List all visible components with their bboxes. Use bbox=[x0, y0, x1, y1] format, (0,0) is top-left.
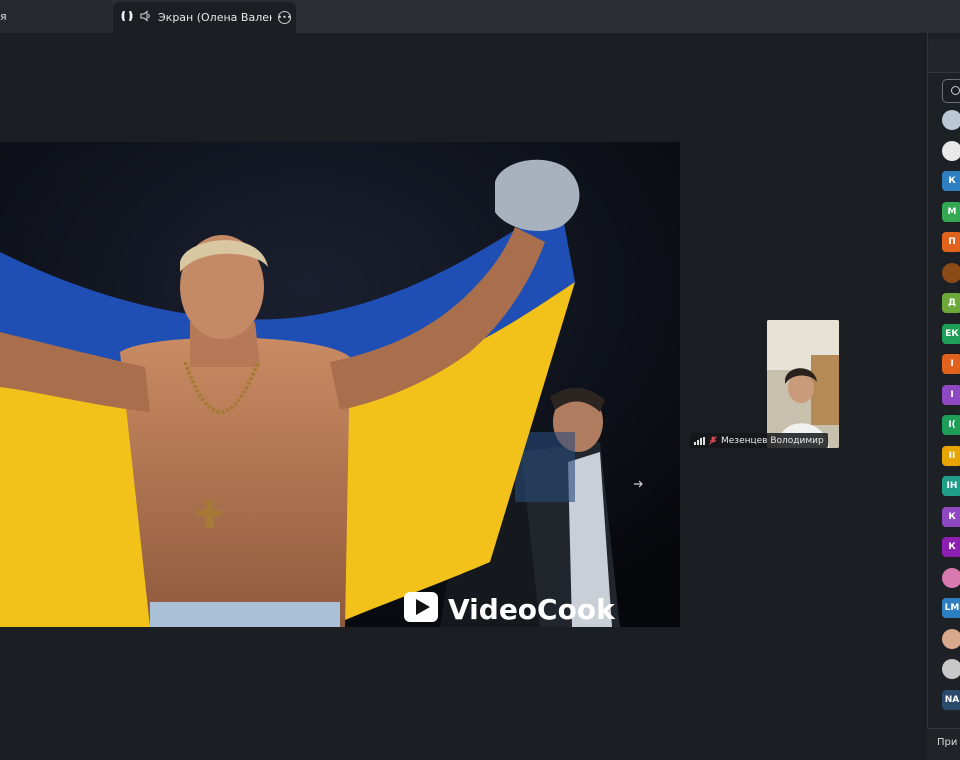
participant-name-label: Мезенцев Володимир bbox=[690, 433, 828, 448]
participant-avatar-photo[interactable] bbox=[942, 140, 960, 161]
tab-screen-share-title: Экран (Олена Валентинівна bbox=[158, 11, 272, 24]
participant-avatar-initials[interactable]: ІН bbox=[942, 476, 960, 496]
participant-search-input[interactable] bbox=[942, 79, 960, 103]
participant-video-tile[interactable] bbox=[767, 320, 839, 448]
participant-avatar-initials[interactable]: К bbox=[942, 171, 960, 191]
mic-muted-icon bbox=[709, 436, 717, 445]
participant-avatar-initials[interactable]: Д bbox=[942, 293, 960, 313]
search-icon bbox=[951, 86, 960, 95]
join-button[interactable]: При bbox=[937, 737, 957, 748]
participant-avatar-photo[interactable] bbox=[942, 567, 960, 588]
participant-avatar-initials[interactable]: П bbox=[942, 232, 960, 252]
participant-avatar-initials[interactable]: LM bbox=[942, 598, 960, 618]
more-options-icon[interactable]: ••• bbox=[277, 11, 292, 24]
presenter-logo-icon bbox=[120, 9, 134, 26]
participant-avatar-photo[interactable] bbox=[942, 628, 960, 649]
shared-screen-video: VideoCook bbox=[0, 142, 680, 627]
tab-screen-share[interactable]: Экран (Олена Валентинівна ••• bbox=[113, 2, 296, 33]
participant-avatar-initials[interactable]: ЕК bbox=[942, 323, 960, 344]
participant-avatar-photo[interactable] bbox=[942, 659, 960, 679]
watermark-text: VideoCook bbox=[448, 593, 616, 626]
participant-avatar-initials[interactable]: І bbox=[942, 354, 960, 374]
participant-avatar-photo[interactable] bbox=[942, 262, 960, 283]
participant-avatar-initials[interactable]: І( bbox=[942, 415, 960, 435]
participant-avatar-initials[interactable]: К bbox=[942, 506, 960, 527]
participant-avatar-initials[interactable]: ІІ bbox=[942, 445, 960, 466]
tab-previous-label: я bbox=[0, 10, 7, 23]
participant-avatar-initials[interactable]: NA bbox=[942, 689, 960, 710]
sidebar-header bbox=[928, 39, 960, 73]
participant-name: Мезенцев Володимир bbox=[721, 435, 824, 446]
speaker-icon bbox=[140, 10, 152, 25]
participant-avatar-initials[interactable]: І bbox=[942, 384, 960, 405]
participant-avatar-initials[interactable]: М bbox=[942, 201, 960, 222]
participant-avatar-initials[interactable]: К bbox=[942, 537, 960, 557]
tab-previous[interactable]: я bbox=[0, 0, 112, 33]
signal-strength-icon bbox=[694, 436, 705, 445]
participant-avatar-photo[interactable] bbox=[942, 110, 960, 130]
tab-bar: я Экран (Олена Валентинівна ••• bbox=[0, 0, 960, 33]
mouse-cursor-icon bbox=[633, 478, 645, 492]
